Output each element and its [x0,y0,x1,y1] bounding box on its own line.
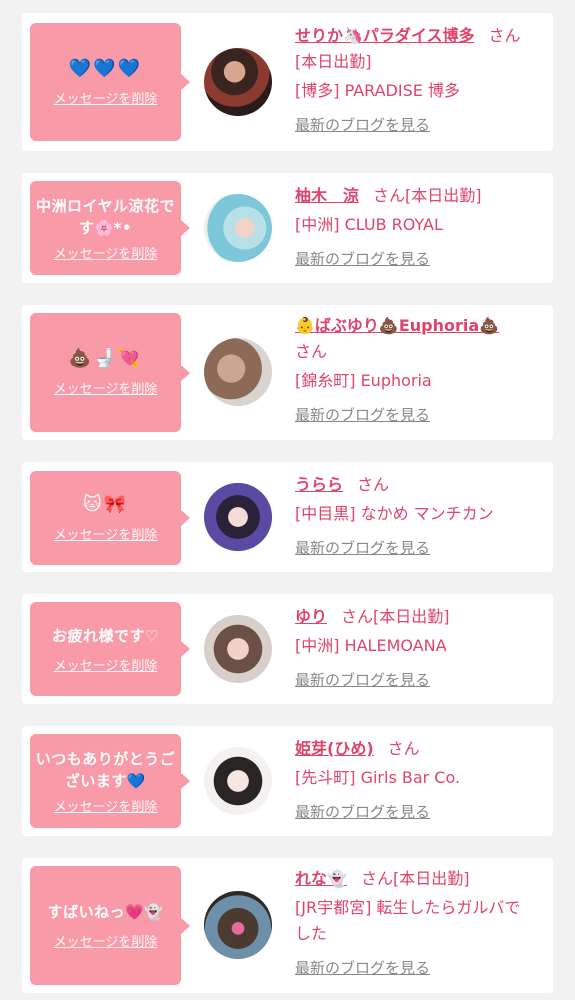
latest-blog-link[interactable]: 最新のブログを見る [295,248,430,269]
cast-name-link[interactable]: せりか🦄パラダイス博多 [295,26,474,45]
honorific: さん [488,26,521,45]
shop-label: [JR宇都宮] 転生したらガルバでした [295,898,521,943]
cast-name-link[interactable]: 姫芽(ひめ) [295,739,374,758]
message-card: すばいねっ💗👻 メッセージを削除 れな👻 さん[本日出勤] [JR宇都宮] 転生し… [22,858,553,993]
message-card: いつもありがとうございます💙 メッセージを削除 姫芽(ひめ) さん [先斗町] G… [22,726,553,836]
delete-message-link[interactable]: メッセージを削除 [54,931,158,950]
message-text: いつもありがとうございます💙 [35,749,176,790]
cast-header: 👶ばぶゆり💩Euphoria💩 さん [295,313,535,365]
cast-name-link[interactable]: ゆり [295,607,327,626]
delete-message-link[interactable]: メッセージを削除 [54,88,158,107]
latest-blog-link[interactable]: 最新のブログを見る [295,114,430,135]
message-bubble: お疲れ様です♡ メッセージを削除 [30,602,190,696]
message-bubble: 💙💙💙 メッセージを削除 [30,23,190,141]
message-bubble: 💩🚽💘 メッセージを削除 [30,313,190,432]
delete-message-link[interactable]: メッセージを削除 [54,378,158,397]
message-bubble: 🐱🎀 メッセージを削除 [30,471,190,565]
latest-blog-link[interactable]: 最新のブログを見る [295,957,430,978]
attendance-status: [本日出勤] [405,186,482,205]
message-card: 💙💙💙 メッセージを削除 せりか🦄パラダイス博多 さん [本日出勤] [博多] PA… [22,13,553,151]
latest-blog-link[interactable]: 最新のブログを見る [295,669,430,690]
avatar[interactable] [204,483,272,551]
avatar[interactable] [204,891,272,959]
message-card: 中洲ロイヤル涼花です🌸*• メッセージを削除 柚木 涼さん[本日出勤] [中洲]… [22,173,553,283]
message-card: 💩🚽💘 メッセージを削除 👶ばぶゆり💩Euphoria💩 さん [錦糸町] Eup… [22,305,553,440]
cast-header: 姫芽(ひめ) さん [295,736,535,762]
message-text: 🐱🎀 [82,493,129,515]
cast-name-link[interactable]: うらら [295,475,343,494]
honorific: さん [295,342,328,361]
honorific: さん [387,739,420,758]
delete-message-link[interactable]: メッセージを削除 [54,796,158,815]
shop-label: [中洲] CLUB ROYAL [295,215,443,234]
cast-info: 姫芽(ひめ) さん [先斗町] Girls Bar Co. 最新のブログを見る [295,736,535,822]
latest-blog-link[interactable]: 最新のブログを見る [295,801,430,822]
message-text: 💙💙💙 [68,57,143,79]
message-card: 🐱🎀 メッセージを削除 うらら さん [中目黒] なかめ マンチカン 最新のブログ… [22,462,553,572]
cast-header: れな👻 さん[本日出勤] [295,866,535,892]
cast-info: うらら さん [中目黒] なかめ マンチカン 最新のブログを見る [295,472,535,558]
cast-name-link[interactable]: 柚木 涼 [295,186,359,205]
delete-message-link[interactable]: メッセージを削除 [54,524,158,543]
cast-header: うらら さん [295,472,535,498]
cast-info: ゆり さん[本日出勤] [中洲] HALEMOANA 最新のブログを見る [295,604,535,690]
cast-info: れな👻 さん[本日出勤] [JR宇都宮] 転生したらガルバでした 最新のブログを見… [295,866,535,978]
avatar[interactable] [204,48,272,116]
message-text: お疲れ様です♡ [52,626,159,645]
honorific: さん [360,869,393,888]
shop-label: [錦糸町] Euphoria [295,371,432,390]
message-bubble: いつもありがとうございます💙 メッセージを削除 [30,734,190,828]
shop-label: [先斗町] Girls Bar Co. [295,768,461,787]
latest-blog-link[interactable]: 最新のブログを見る [295,537,430,558]
cast-info: せりか🦄パラダイス博多 さん [本日出勤] [博多] PARADISE 博多 最新の… [295,23,535,135]
cast-header: ゆり さん[本日出勤] [295,604,535,630]
shop-label: [博多] PARADISE 博多 [295,81,460,100]
cast-info: 柚木 涼さん[本日出勤] [中洲] CLUB ROYAL 最新のブログを見る [295,183,535,269]
message-text: 中洲ロイヤル涼花です🌸*• [35,196,176,237]
cast-info: 👶ばぶゆり💩Euphoria💩 さん [錦糸町] Euphoria 最新のブログを… [295,313,535,425]
attendance-status: [本日出勤] [373,607,450,626]
cast-header: せりか🦄パラダイス博多 さん [本日出勤] [295,23,535,75]
cast-header: 柚木 涼さん[本日出勤] [295,183,535,209]
message-text: 💩🚽💘 [68,348,143,369]
honorific: さん [373,186,406,205]
message-list: 💙💙💙 メッセージを削除 せりか🦄パラダイス博多 さん[本日出勤] [博多] PA… [0,0,575,1000]
avatar[interactable] [204,615,272,683]
latest-blog-link[interactable]: 最新のブログを見る [295,404,430,425]
avatar[interactable] [204,194,272,262]
honorific: さん [341,607,374,626]
attendance-status: [本日出勤] [295,52,372,71]
delete-message-link[interactable]: メッセージを削除 [54,655,158,674]
shop-label: [中洲] HALEMOANA [295,636,447,655]
attendance-status: [本日出勤] [392,869,470,888]
avatar[interactable] [204,338,272,406]
message-bubble: すばいねっ💗👻 メッセージを削除 [30,866,190,985]
shop-label: [中目黒] なかめ マンチカン [295,504,494,523]
cast-name-link[interactable]: れな👻 [295,869,347,888]
cast-name-link[interactable]: 👶ばぶゆり💩Euphoria💩 [295,316,499,335]
avatar[interactable] [204,747,272,815]
message-text: すばいねっ💗👻 [47,903,164,921]
honorific: さん [357,475,390,494]
message-card: お疲れ様です♡ メッセージを削除 ゆり さん[本日出勤] [中洲] HALEMOA… [22,594,553,704]
message-bubble: 中洲ロイヤル涼花です🌸*• メッセージを削除 [30,181,190,275]
delete-message-link[interactable]: メッセージを削除 [54,243,158,262]
